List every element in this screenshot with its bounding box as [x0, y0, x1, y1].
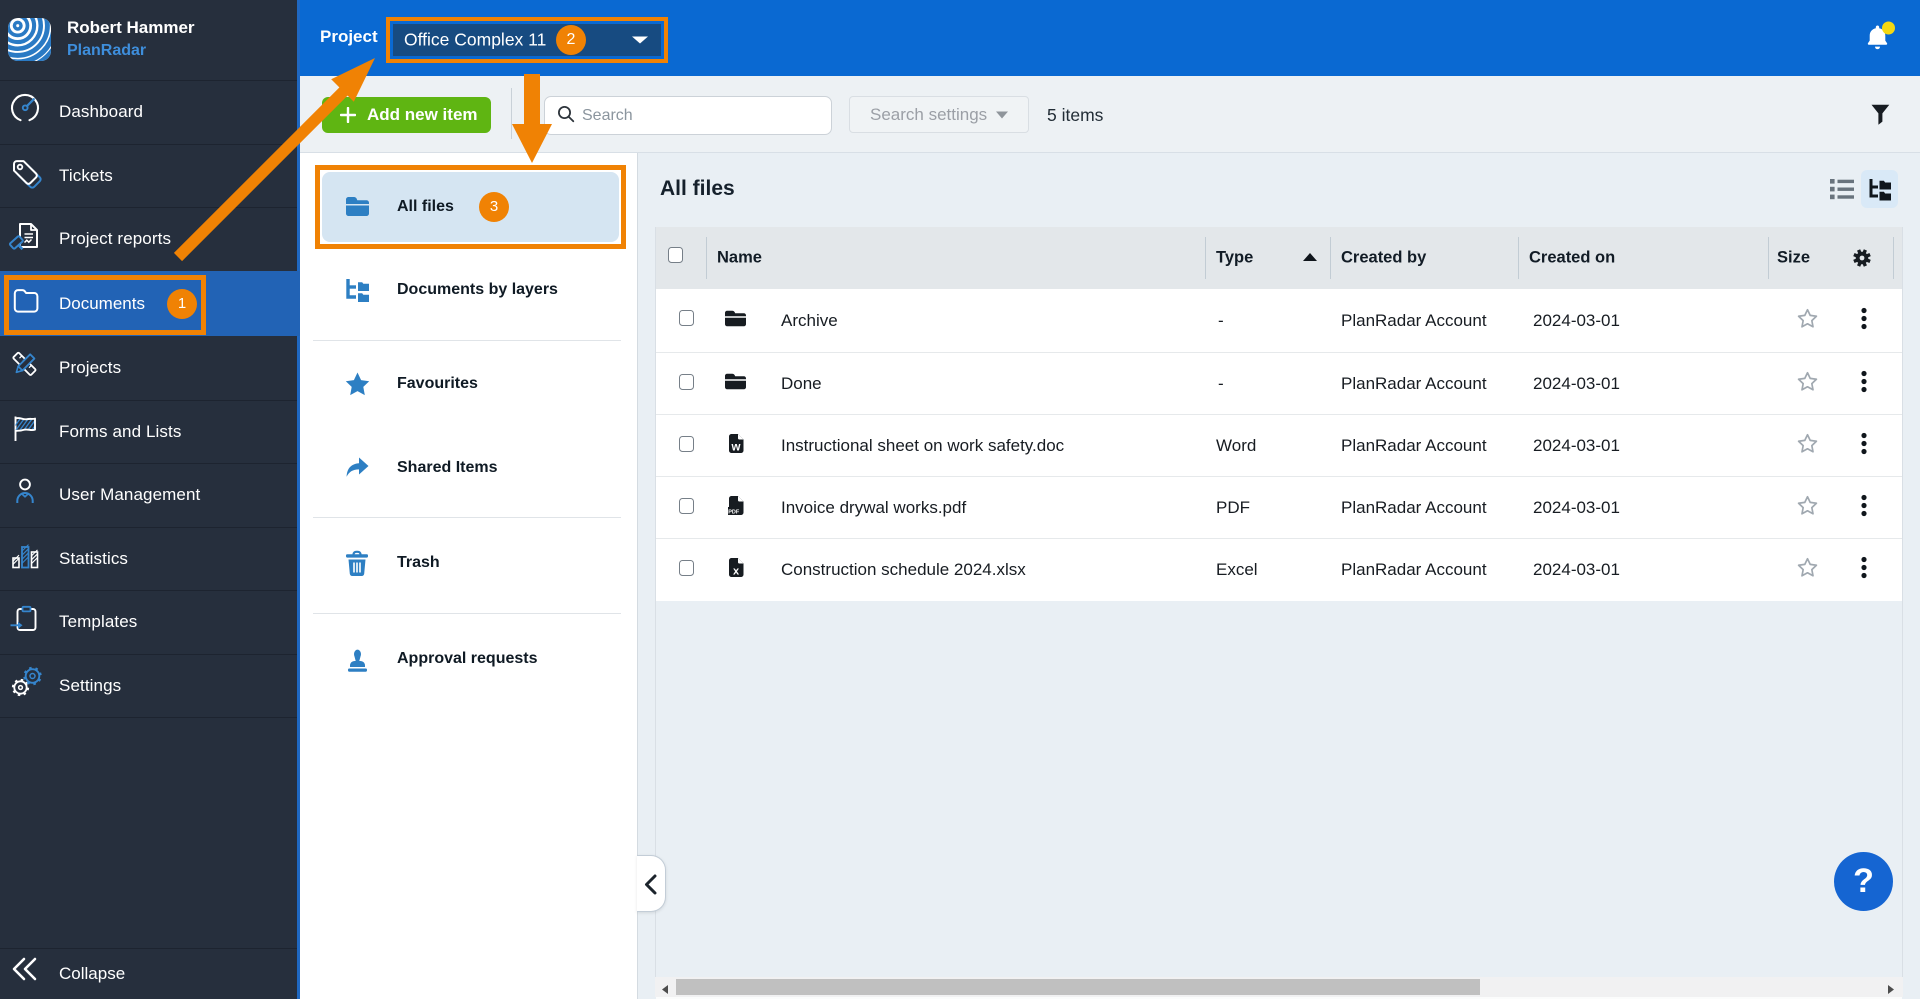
svg-text:PDF: PDF [728, 509, 740, 515]
svg-text:w: w [731, 441, 741, 453]
svg-text:x: x [733, 566, 740, 578]
